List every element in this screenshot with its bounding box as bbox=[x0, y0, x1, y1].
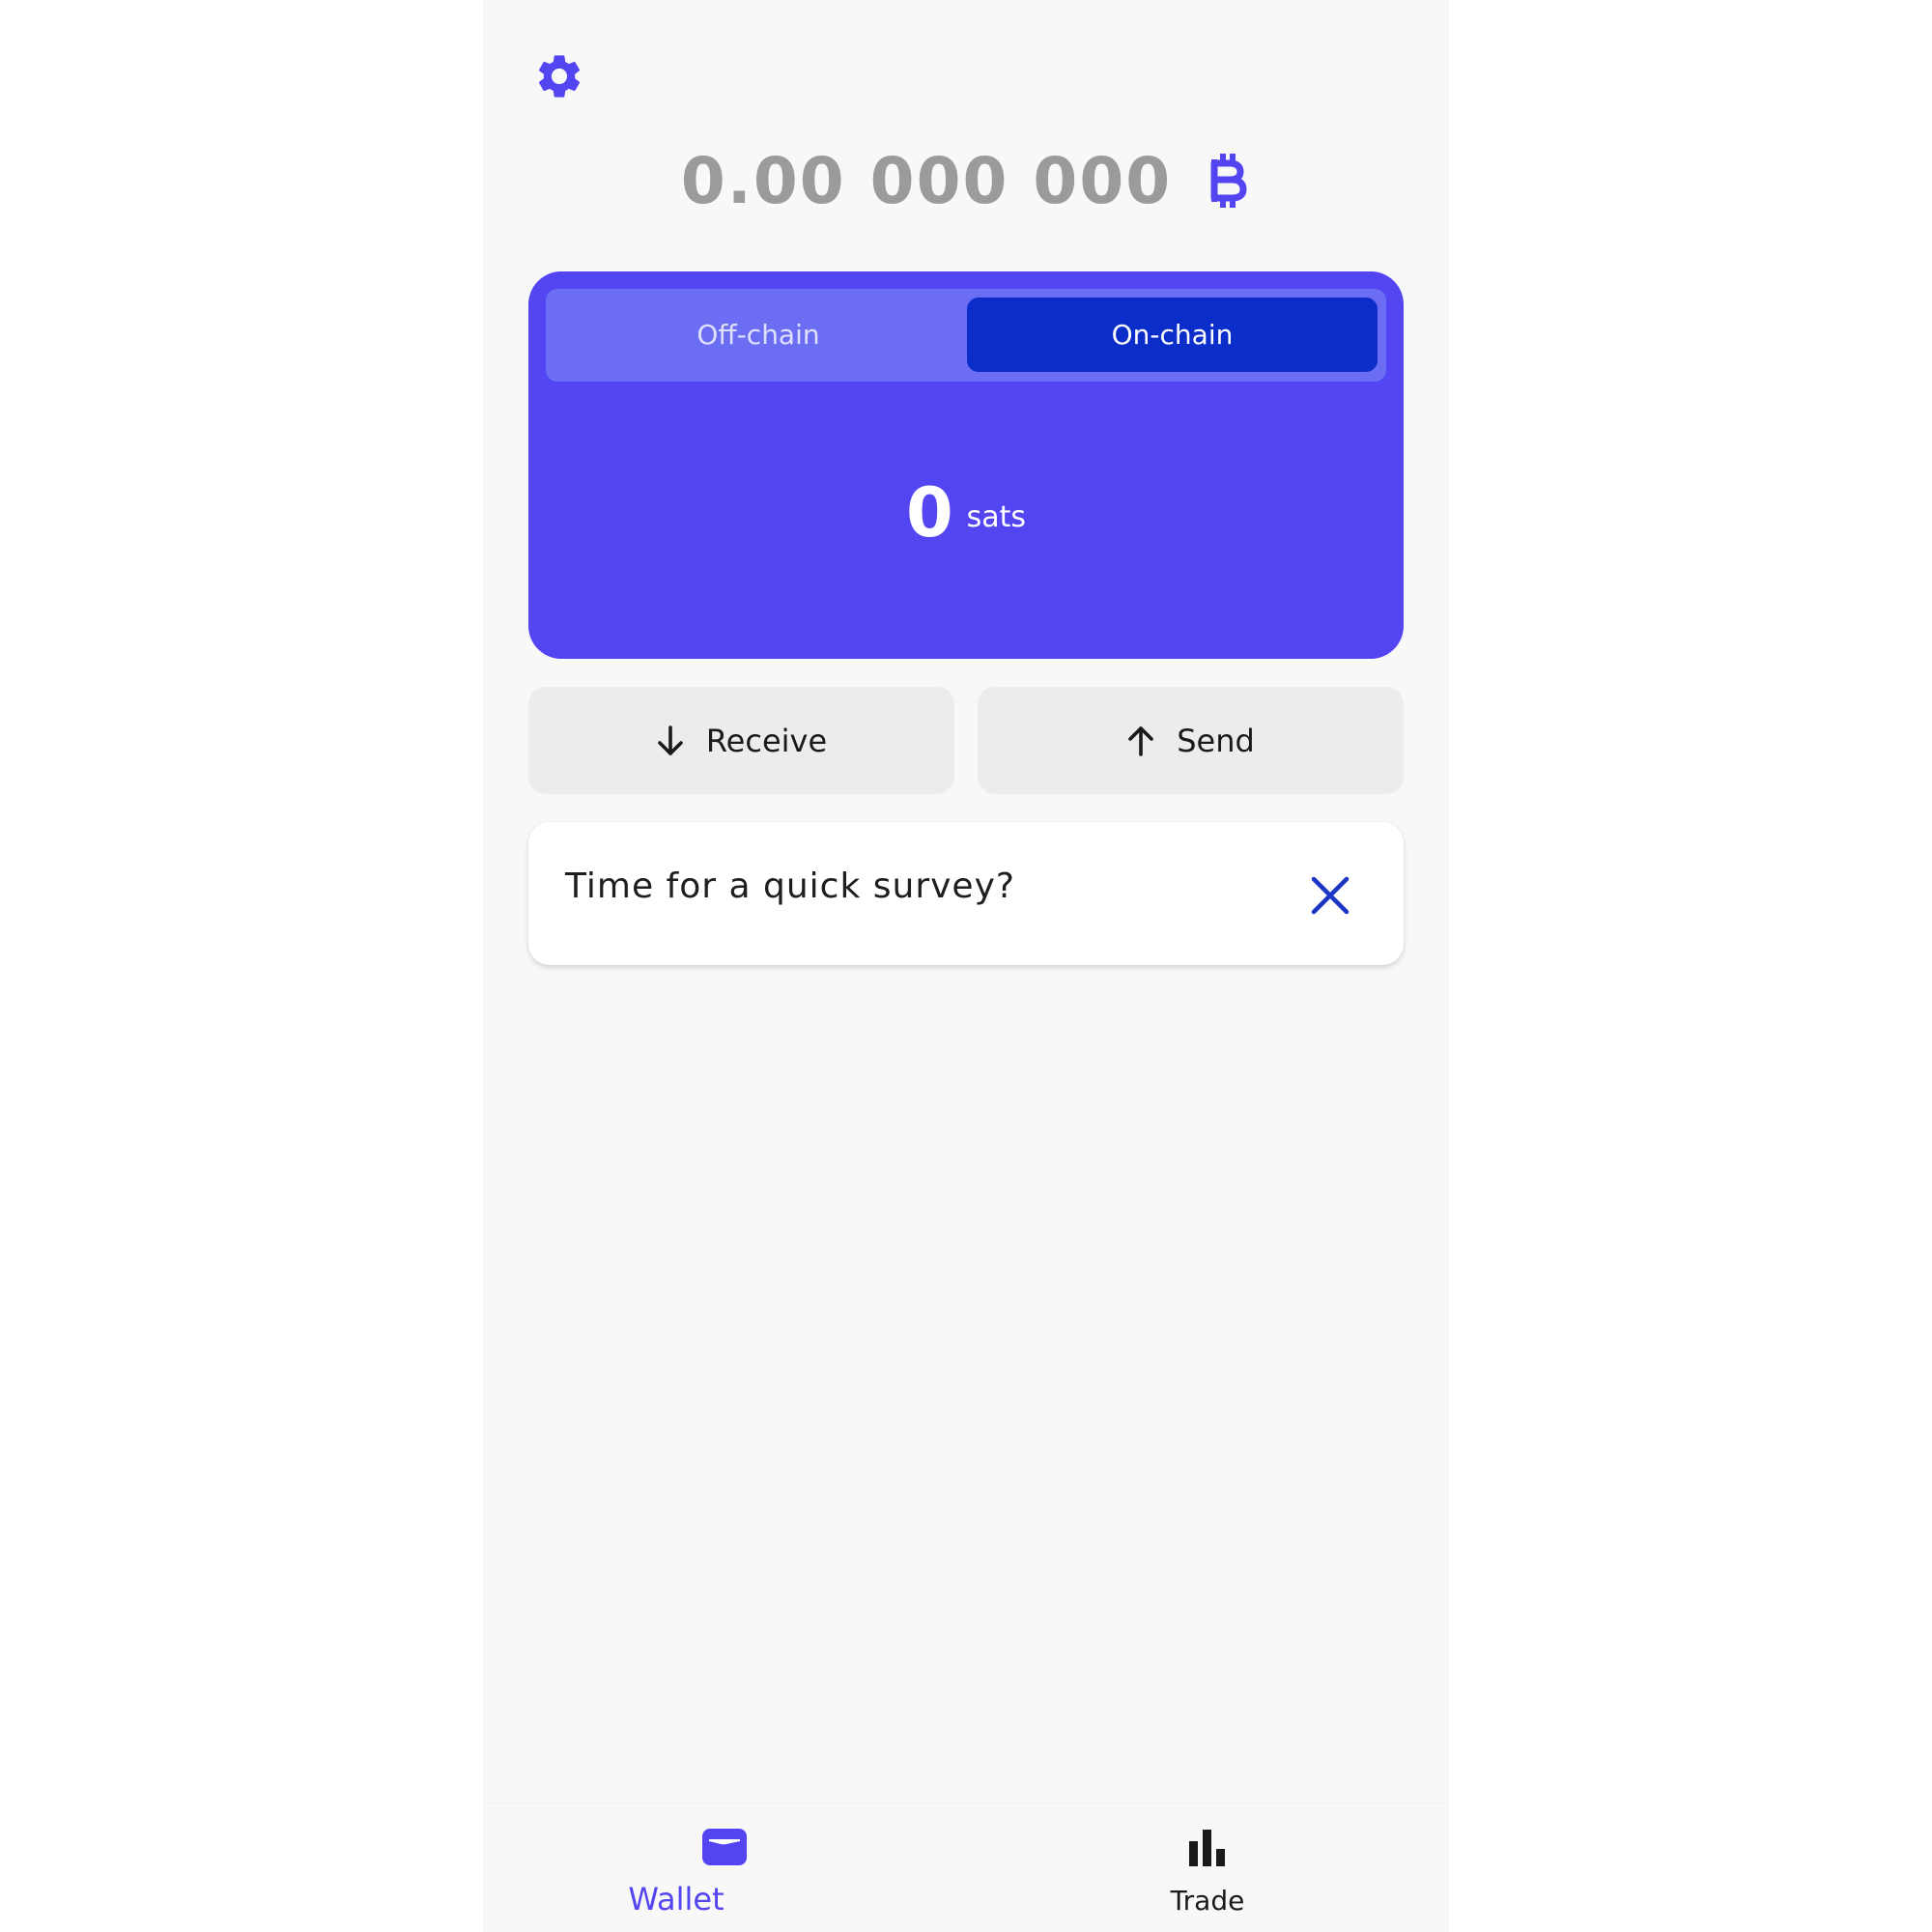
send-label: Send bbox=[1177, 722, 1255, 759]
survey-banner: Time for a quick survey? bbox=[528, 822, 1404, 965]
arrow-down-icon bbox=[658, 724, 683, 755]
nav-label-wallet: Wallet bbox=[628, 1881, 724, 1918]
nav-label-trade: Trade bbox=[1170, 1885, 1245, 1917]
tab-on-chain[interactable]: On-chain bbox=[967, 298, 1378, 372]
survey-close-button[interactable] bbox=[1305, 870, 1355, 921]
receive-button[interactable]: Receive bbox=[528, 687, 954, 794]
screen: 0.00 000 000 Off-chain On-chain 0 sats R… bbox=[0, 0, 1932, 1932]
send-button[interactable]: Send bbox=[978, 687, 1404, 794]
chain-segmented-control: Off-chain On-chain bbox=[546, 289, 1386, 382]
chain-balance: 0 sats bbox=[528, 465, 1404, 561]
bar-chart-icon bbox=[1182, 1825, 1233, 1869]
close-icon bbox=[1311, 876, 1350, 915]
bitcoin-icon bbox=[1203, 150, 1251, 212]
tab-off-chain[interactable]: Off-chain bbox=[546, 298, 971, 372]
survey-link[interactable]: Time for a quick survey? bbox=[565, 867, 1015, 906]
balance-card: Off-chain On-chain 0 sats bbox=[528, 271, 1404, 659]
nav-item-wallet[interactable]: Wallet bbox=[483, 1804, 966, 1932]
settings-button[interactable] bbox=[533, 50, 585, 102]
total-balance: 0.00 000 000 bbox=[483, 135, 1449, 226]
chain-balance-amount: 0 bbox=[905, 473, 953, 553]
bottom-navigation: Wallet Trade bbox=[483, 1803, 1449, 1932]
nav-item-trade[interactable]: Trade bbox=[966, 1804, 1449, 1932]
gear-icon bbox=[538, 55, 581, 98]
wallet-icon bbox=[699, 1825, 750, 1869]
chain-balance-unit: sats bbox=[966, 499, 1027, 534]
total-balance-amount: 0.00 000 000 bbox=[680, 143, 1173, 218]
arrow-up-icon bbox=[1128, 725, 1154, 756]
wallet-screen: 0.00 000 000 Off-chain On-chain 0 sats R… bbox=[483, 0, 1449, 1932]
receive-label: Receive bbox=[705, 722, 828, 759]
